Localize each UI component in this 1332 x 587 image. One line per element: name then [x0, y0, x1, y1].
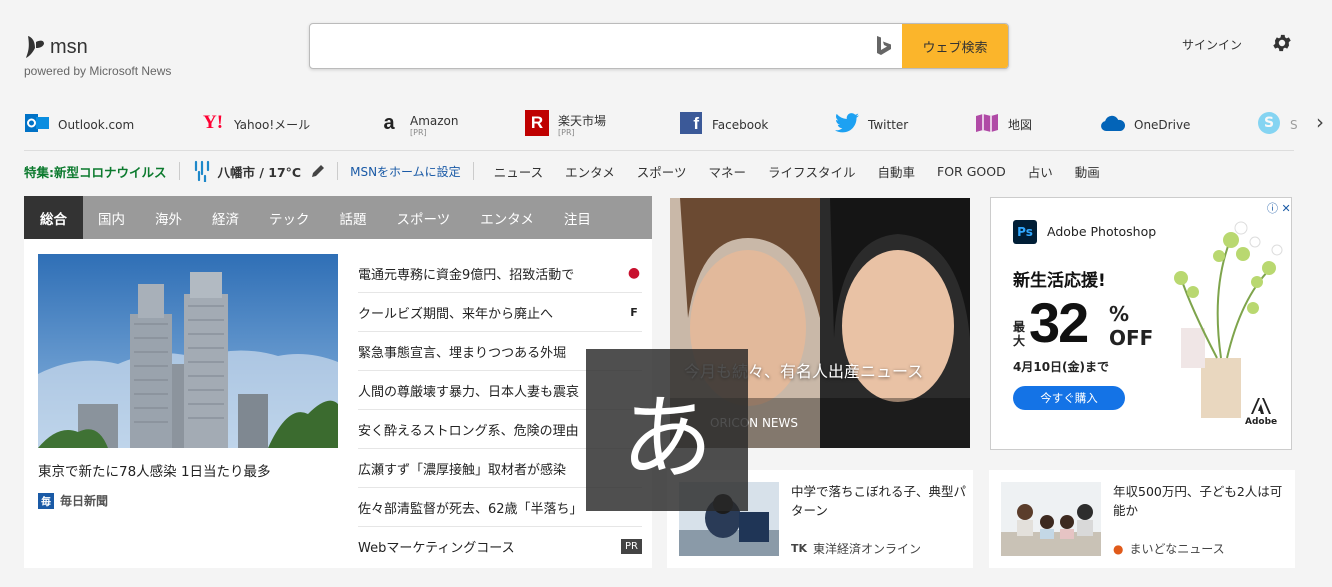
maidona-icon: ● — [1113, 541, 1124, 556]
butterfly-icon — [26, 36, 44, 58]
hero-caption[interactable]: 東京で新たに78人感染 1日当たり最多 — [38, 460, 271, 480]
rakuten-icon: R — [524, 110, 550, 136]
logo-text: msn — [50, 35, 88, 58]
shortcut-map[interactable]: 地図 — [974, 108, 1032, 138]
shortcut-outlook[interactable]: Outlook.com — [24, 108, 134, 138]
tab-topics[interactable]: 話題 — [325, 196, 382, 239]
ad-headline: 新生活応援! — [1013, 271, 1106, 291]
news-panel: 総合 国内 海外 経済 テック 話題 スポーツ エンタメ 注目 東京で新たに78… — [24, 196, 652, 568]
source-icon: ● — [627, 265, 641, 281]
news-tabs: 総合 国内 海外 経済 テック 話題 スポーツ エンタメ 注目 — [24, 196, 652, 239]
story-source: ● まいどなニュース — [1113, 541, 1225, 557]
tab-featured[interactable]: 注目 — [549, 196, 606, 239]
nav-separator — [337, 162, 339, 180]
weather-text: 八幡市 / 17°C — [217, 164, 302, 180]
tab-domestic[interactable]: 国内 — [83, 196, 140, 239]
nav-sports[interactable]: スポーツ — [637, 162, 687, 181]
buy-now-button[interactable]: 今すぐ購入 — [1013, 386, 1125, 410]
shortcut-amazon[interactable]: a Amazon [PR] — [376, 108, 458, 138]
nav-entertainment[interactable]: エンタメ — [565, 162, 615, 181]
signin-link[interactable]: サインイン — [1182, 36, 1242, 53]
powered-by: powered by Microsoft News — [24, 64, 172, 78]
photoshop-icon: Ps — [1013, 220, 1037, 244]
ad-brand: Adobe Photoshop — [1047, 224, 1157, 239]
headline-item[interactable]: 電通元専務に資金9億円、招致活動で ● — [358, 254, 642, 293]
gear-icon[interactable] — [1271, 32, 1293, 58]
skype-icon: S — [1256, 110, 1282, 136]
nav-for-good[interactable]: FOR GOOD — [937, 164, 1006, 179]
story-card[interactable]: 年収500万円、子ども2人は可能か ● まいどなニュース — [989, 470, 1295, 568]
nav-money[interactable]: マネー — [708, 162, 746, 181]
top-nav: 特集:新型コロナウイルス 八幡市 / 17°C MSNをホームに設定 ニュース … — [24, 160, 1122, 182]
shortcut-twitter[interactable]: Twitter — [834, 108, 908, 138]
nav-separator — [178, 162, 180, 180]
nav-separator — [472, 162, 474, 180]
ad-max-label: 最大 — [1013, 320, 1026, 348]
tab-international[interactable]: 海外 — [140, 196, 197, 239]
tab-economy[interactable]: 経済 — [197, 196, 254, 239]
amazon-icon: a — [383, 111, 395, 134]
hero-source: 毎 毎日新聞 — [38, 492, 108, 509]
pr-badge: PR — [621, 539, 642, 554]
story-image — [1001, 482, 1101, 556]
pencil-icon[interactable] — [311, 164, 325, 178]
headline-item-pr[interactable]: Webマーケティングコース PR — [358, 527, 642, 566]
nav-lifestyle[interactable]: ライフスタイル — [768, 162, 856, 181]
shortcut-bar: Outlook.com Y! Yahoo!メール a Amazon [PR] R … — [24, 108, 1324, 140]
story-title: 中学で落ちこぼれる子、典型パターン — [791, 484, 967, 518]
onedrive-icon — [1100, 110, 1126, 136]
nav-fortune[interactable]: 占い — [1028, 162, 1053, 181]
msn-logo[interactable]: msn powered by Microsoft News — [24, 34, 172, 79]
rain-icon — [194, 160, 209, 182]
nav-video[interactable]: 動画 — [1075, 162, 1100, 181]
ad-percent-sign: % — [1109, 302, 1130, 326]
weather-widget[interactable]: 八幡市 / 17°C — [192, 160, 326, 182]
ad-percent: 32 — [1029, 291, 1089, 354]
tab-top[interactable]: 総合 — [24, 196, 83, 239]
adobe-icon — [1251, 398, 1272, 414]
story-title: 年収500万円、子ども2人は可能か — [1113, 484, 1283, 518]
headline-item[interactable]: クールビズ期間、来年から廃止へ F — [358, 293, 642, 332]
shortcut-onedrive[interactable]: OneDrive — [1100, 108, 1190, 138]
story-source: TK 東洋経済オンライン — [791, 542, 922, 556]
outlook-icon — [24, 110, 50, 136]
set-msn-home-link[interactable]: MSNをホームに設定 — [350, 163, 461, 180]
ad-date: 4月10日(金)まで — [1013, 360, 1110, 374]
tab-sports[interactable]: スポーツ — [382, 196, 466, 239]
ad-off: OFF — [1109, 326, 1154, 350]
photoshop-ad[interactable]: ⓘ ✕ Ps Adobe Photoshop 新生活応援! 最大 32 % OF… — [990, 197, 1292, 450]
divider — [24, 150, 1294, 151]
shortcut-facebook[interactable]: f Facebook — [678, 108, 768, 138]
corona-feature-link[interactable]: 特集:新型コロナウイルス — [24, 162, 167, 181]
mainichi-icon: 毎 — [38, 492, 54, 509]
source-icon: F — [630, 305, 638, 319]
nav-autos[interactable]: 自動車 — [878, 162, 916, 181]
tab-tech[interactable]: テック — [254, 196, 325, 239]
map-icon — [974, 110, 1000, 136]
web-search-button[interactable]: ウェブ検索 — [902, 24, 1008, 68]
adobe-logo: Adobe — [1245, 398, 1277, 427]
tab-entertainment[interactable]: エンタメ — [465, 196, 549, 239]
bing-icon — [866, 24, 902, 68]
facebook-icon: f — [678, 110, 704, 136]
ime-mode-indicator: あ — [586, 349, 748, 511]
shortcut-skype[interactable]: S S — [1256, 108, 1298, 138]
twitter-icon — [834, 110, 860, 136]
chevron-right-icon[interactable]: › — [1316, 110, 1324, 134]
hero-image[interactable] — [38, 254, 338, 448]
ad-info-close[interactable]: ⓘ ✕ — [1267, 200, 1291, 216]
nav-news[interactable]: ニュース — [494, 162, 543, 181]
yahoo-icon: Y! — [202, 112, 224, 133]
search-box: ウェブ検索 — [309, 23, 1009, 69]
search-input[interactable] — [310, 24, 866, 68]
shortcut-yahoo-mail[interactable]: Y! Yahoo!メール — [200, 108, 310, 138]
shortcut-rakuten[interactable]: R 楽天市場 [PR] — [524, 108, 606, 138]
toyokeizai-icon: TK — [791, 542, 808, 555]
